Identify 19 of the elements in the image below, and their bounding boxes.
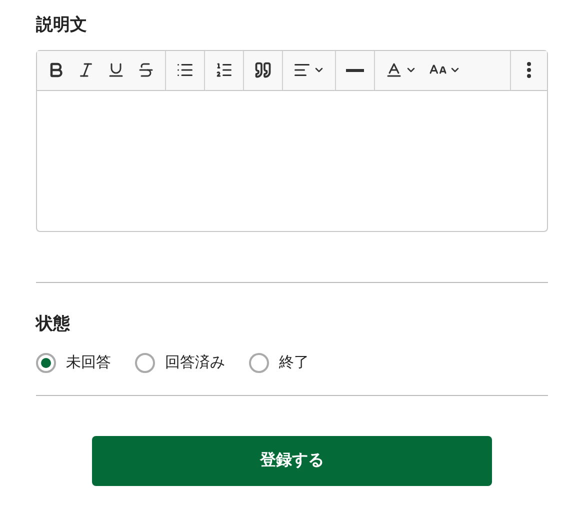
bullet-list-icon [176, 61, 194, 79]
underline-icon [107, 61, 125, 79]
radio-button[interactable] [135, 353, 155, 374]
quote-icon [254, 61, 272, 79]
numbered-list-icon [215, 61, 233, 79]
section-heading: 説明文 [36, 14, 88, 36]
radio-button[interactable] [249, 353, 269, 374]
submit-button[interactable]: 登録する [92, 436, 492, 486]
horizontal-rule-icon [346, 68, 364, 72]
italic-icon [77, 61, 95, 79]
strikethrough-icon [137, 61, 155, 79]
radio-option[interactable]: 回答済み [135, 352, 225, 374]
text-color-icon [385, 61, 403, 79]
radio-option[interactable]: 終了 [249, 352, 309, 374]
section-heading: 状態 [36, 312, 71, 334]
radio-button[interactable] [36, 353, 56, 374]
align-left-icon [293, 61, 311, 79]
more-icon [527, 62, 531, 78]
radio-option[interactable]: 未回答 [36, 352, 111, 374]
